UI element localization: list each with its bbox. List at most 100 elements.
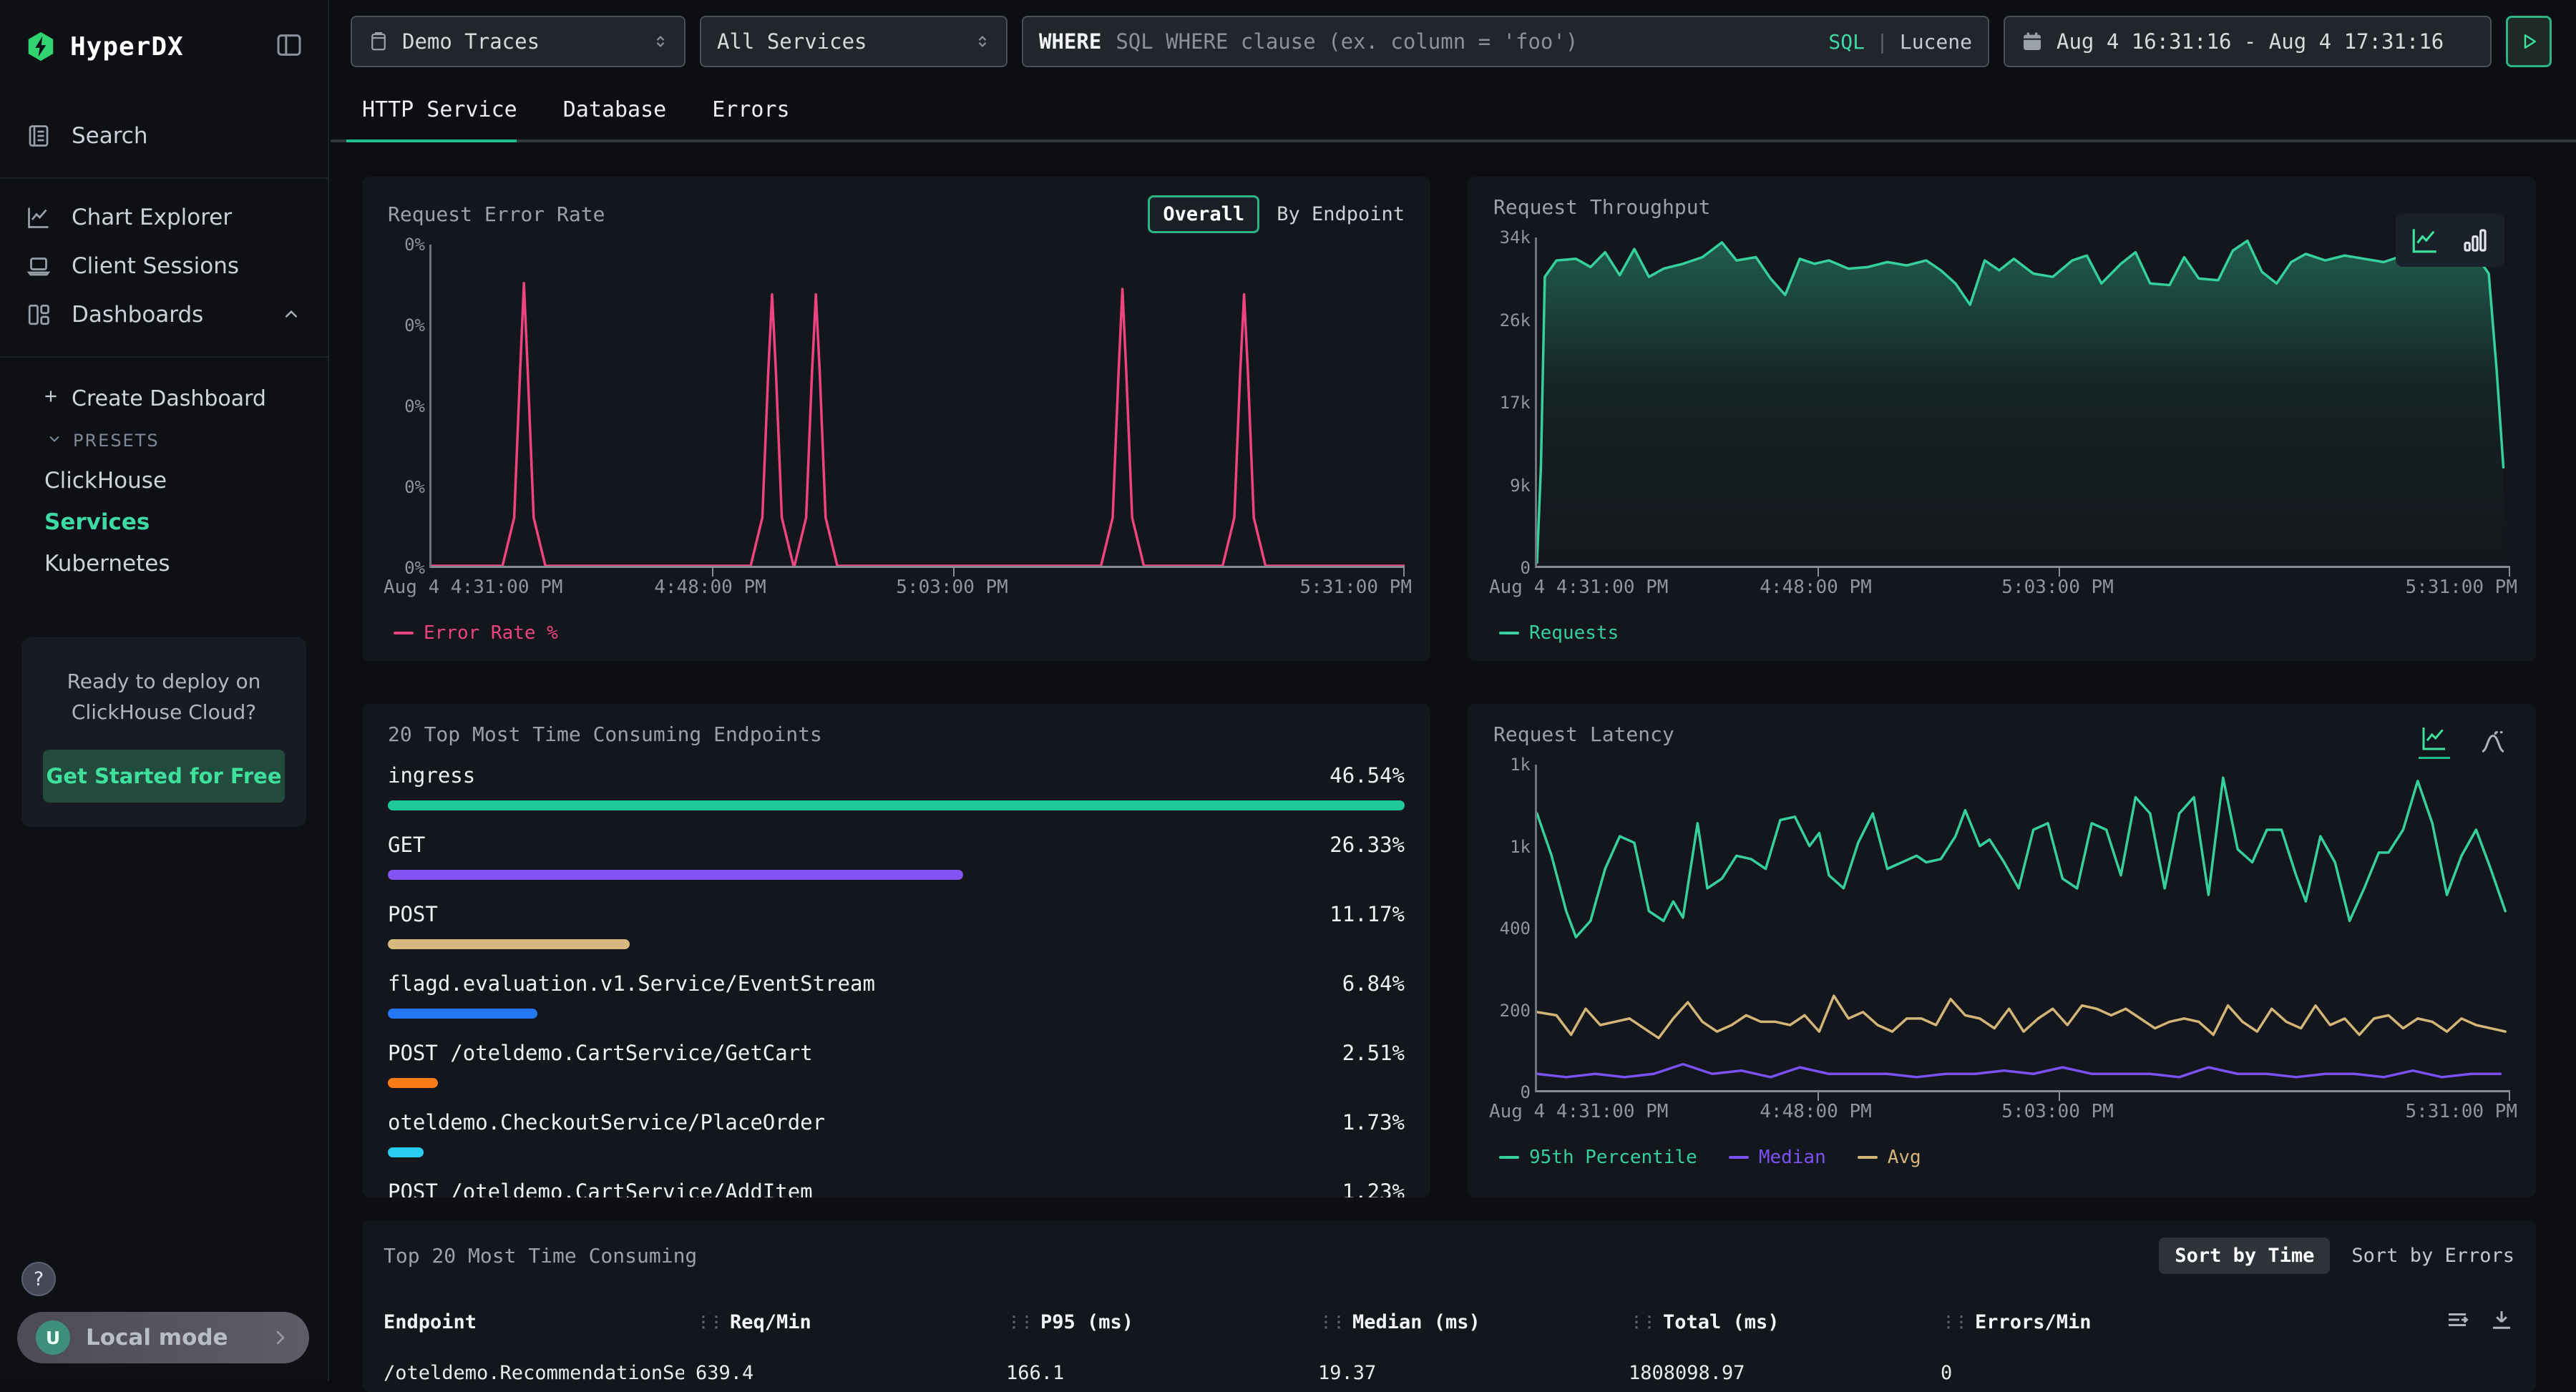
list-item[interactable]: ingress46.54%: [388, 763, 1405, 833]
list-item[interactable]: POST /oteldemo.CartService/AddItem1.23%: [388, 1180, 1405, 1197]
tabs-divider: [331, 139, 2576, 142]
bar-chart-icon[interactable]: [2460, 225, 2490, 255]
service-select[interactable]: All Services: [700, 16, 1008, 67]
sidebar-item-client-sessions[interactable]: Client Sessions: [0, 242, 328, 290]
overall-toggle-button[interactable]: Overall: [1148, 195, 1259, 233]
x-axis-labels: Aug 4 4:31:00 PM 4:48:00 PM 5:03:00 PM 5…: [429, 568, 1405, 601]
plus-icon: [42, 386, 60, 411]
time-range-picker[interactable]: Aug 4 16:31:16 - Aug 4 17:31:16: [2004, 16, 2492, 67]
column-header-req-min[interactable]: ⋮⋮ Req/Min: [696, 1311, 1006, 1333]
preset-services[interactable]: Services: [0, 501, 328, 543]
source-select-value: Demo Traces: [402, 29, 540, 54]
legend-95th-percentile[interactable]: 95th Percentile: [1499, 1147, 1697, 1168]
sort-by-errors-button[interactable]: Sort by Errors: [2351, 1245, 2514, 1267]
help-button[interactable]: ?: [21, 1262, 56, 1296]
list-item[interactable]: flagd.evaluation.v1.Service/EventStream6…: [388, 971, 1405, 1041]
list-item[interactable]: POST11.17%: [388, 902, 1405, 971]
latency-panel: Request Latency: [1468, 704, 2536, 1197]
database-icon: [368, 31, 389, 52]
tab-database[interactable]: Database: [563, 97, 667, 139]
table-row[interactable]: /oteldemo.RecommendationServ 639.4 166.1…: [384, 1362, 2514, 1384]
column-header-median[interactable]: ⋮⋮ Median (ms): [1318, 1311, 1629, 1333]
main-content: Demo Traces All Services WHERE SQL WHERE…: [331, 0, 2576, 1381]
account-menu[interactable]: U Local mode: [17, 1312, 309, 1363]
promo-line2: ClickHouse Cloud?: [43, 697, 285, 727]
create-dashboard-button[interactable]: Create Dashboard: [0, 378, 328, 420]
sidebar-item-search[interactable]: Search: [0, 112, 328, 160]
sidebar-item-dashboards[interactable]: Dashboards: [0, 290, 328, 339]
legend-requests[interactable]: Requests: [1499, 622, 1619, 644]
legend-swatch: [394, 632, 414, 634]
drag-handle-icon[interactable]: ⋮⋮: [1318, 1313, 1344, 1331]
tab-errors[interactable]: Errors: [712, 97, 789, 139]
presets-toggle[interactable]: PRESETS: [0, 420, 328, 460]
line-chart-icon[interactable]: [2419, 724, 2450, 759]
column-header-p95[interactable]: ⋮⋮ P95 (ms): [1006, 1311, 1318, 1333]
endpoints-list: ingress46.54% GET26.33% POST11.17%: [388, 763, 1405, 1197]
column-header-total[interactable]: ⋮⋮ Total (ms): [1629, 1311, 1941, 1333]
get-started-button[interactable]: Get Started for Free: [43, 750, 285, 803]
source-select[interactable]: Demo Traces: [351, 16, 686, 67]
legend-swatch: [1499, 1156, 1519, 1159]
where-placeholder: SQL WHERE clause (ex. column = 'foo'): [1116, 29, 1578, 54]
cell-req-min: 639.4: [696, 1362, 1006, 1384]
lucene-mode-toggle[interactable]: Lucene: [1900, 30, 1972, 54]
sql-mode-toggle[interactable]: SQL: [1828, 30, 1865, 54]
sidebar-item-label: Search: [72, 123, 148, 149]
legend-median[interactable]: Median: [1729, 1147, 1826, 1168]
drag-handle-icon[interactable]: ⋮⋮: [1629, 1313, 1654, 1331]
sidebar-item-label: Dashboards: [72, 302, 203, 328]
download-csv-icon[interactable]: [2489, 1307, 2514, 1338]
throughput-chart[interactable]: [1535, 237, 2510, 568]
drag-handle-icon[interactable]: ⋮⋮: [1941, 1313, 1966, 1331]
error-rate-chart[interactable]: [429, 245, 1405, 568]
sidebar-collapse-icon[interactable]: [275, 31, 303, 62]
line-chart-icon[interactable]: [2410, 225, 2440, 255]
endpoint-bar: [388, 1078, 438, 1088]
cell-p95: 166.1: [1006, 1362, 1318, 1384]
drag-handle-icon[interactable]: ⋮⋮: [1006, 1313, 1032, 1331]
histogram-icon[interactable]: [2479, 727, 2507, 756]
sidebar: HyperDX Search Chart Explorer: [0, 0, 329, 1381]
sort-by-time-button[interactable]: Sort by Time: [2159, 1237, 2330, 1274]
where-clause-input[interactable]: WHERE SQL WHERE clause (ex. column = 'fo…: [1022, 16, 1989, 67]
hyperdx-logo-icon: [24, 30, 57, 63]
endpoint-bar: [388, 870, 963, 880]
throughput-panel: Request Throughput 34k26k17k9k0: [1468, 177, 2536, 661]
column-header-errors-min[interactable]: ⋮⋮ Errors/Min: [1941, 1311, 2092, 1333]
create-dashboard-label: Create Dashboard: [72, 386, 266, 411]
run-query-button[interactable]: [2506, 16, 2552, 67]
cell-median: 19.37: [1318, 1362, 1629, 1384]
list-item[interactable]: POST /oteldemo.CartService/GetCart2.51%: [388, 1041, 1405, 1110]
drag-handle-icon[interactable]: ⋮⋮: [696, 1313, 721, 1331]
tab-http-service[interactable]: HTTP Service: [362, 97, 517, 139]
dashboards-icon: [26, 302, 52, 328]
sidebar-item-label: Chart Explorer: [72, 205, 232, 230]
list-item[interactable]: GET26.33%: [388, 833, 1405, 902]
list-item[interactable]: oteldemo.CheckoutService/PlaceOrder1.73%: [388, 1110, 1405, 1180]
column-header-endpoint[interactable]: Endpoint: [384, 1311, 696, 1333]
legend-avg[interactable]: Avg: [1858, 1147, 1921, 1168]
legend-error-rate[interactable]: Error Rate %: [394, 622, 558, 644]
preset-kubernetes[interactable]: Kubernetes: [0, 543, 328, 584]
table-header: Endpoint ⋮⋮ Req/Min ⋮⋮ P95 (ms) ⋮⋮ Media…: [384, 1307, 2514, 1338]
x-axis-labels: Aug 4 4:31:00 PM 4:48:00 PM 5:03:00 PM 5…: [1535, 568, 2510, 601]
preset-clickhouse[interactable]: ClickHouse: [0, 460, 328, 501]
active-tab-indicator: [346, 139, 517, 142]
avatar: U: [36, 1320, 70, 1355]
calendar-icon: [2021, 30, 2044, 53]
play-icon: [2518, 31, 2540, 52]
cell-endpoint: /oteldemo.RecommendationServ: [384, 1362, 684, 1384]
legend-swatch: [1729, 1156, 1749, 1159]
table-rows-icon[interactable]: [2444, 1307, 2470, 1338]
top-endpoints-panel: 20 Top Most Time Consuming Endpoints ing…: [362, 704, 1430, 1197]
cell-total: 1808098.97: [1629, 1362, 1941, 1384]
sidebar-item-chart-explorer[interactable]: Chart Explorer: [0, 193, 328, 242]
error-rate-panel: Request Error Rate Overall By Endpoint 0…: [362, 177, 1430, 661]
latency-chart[interactable]: [1535, 765, 2510, 1092]
x-axis-labels: Aug 4 4:31:00 PM 4:48:00 PM 5:03:00 PM 5…: [1535, 1092, 2510, 1125]
select-chevrons-icon: [638, 34, 668, 49]
select-chevrons-icon: [960, 34, 990, 49]
by-endpoint-toggle-button[interactable]: By Endpoint: [1277, 203, 1405, 225]
promo-line1: Ready to deploy on: [43, 666, 285, 697]
